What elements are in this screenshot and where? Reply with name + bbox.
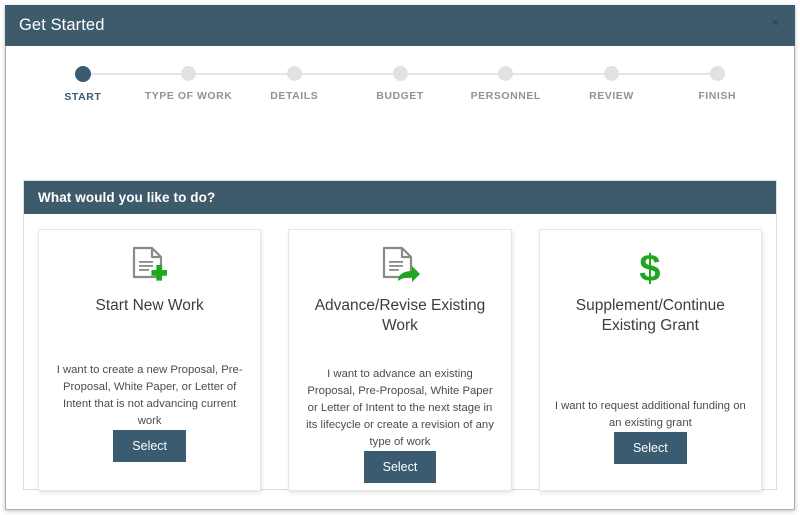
card-advance-revise-existing-work[interactable]: Advance/Revise Existing Work I want to a… xyxy=(288,229,512,491)
stepper-step-review[interactable]: REVIEW xyxy=(505,66,718,102)
panel-header-title: What would you like to do? xyxy=(38,190,216,205)
close-icon[interactable]: × xyxy=(766,14,784,32)
panel-header: What would you like to do? xyxy=(24,181,776,214)
card-description: I want to request additional funding on … xyxy=(554,399,746,429)
choice-panel: What would you like to do? Start New Wor… xyxy=(23,180,777,491)
select-button-supplement-continue-existing-grant[interactable]: Select xyxy=(613,431,687,464)
dollar-sign-icon: $ xyxy=(630,246,670,288)
stepper-dot-budget xyxy=(392,66,408,81)
stepper-dot-start xyxy=(74,65,91,82)
card-supplement-continue-existing-grant[interactable]: $ Supplement/Continue Existing Grant I w… xyxy=(538,229,762,491)
stepper-dot-details xyxy=(286,66,302,81)
stepper-step-type-of-work[interactable]: TYPE OF WORK xyxy=(82,66,295,102)
stepper-step-start[interactable]: START xyxy=(30,65,189,103)
stepper-step-personnel[interactable]: PERSONNEL xyxy=(400,66,612,102)
stepper-step-finish[interactable]: FINISH xyxy=(611,66,770,102)
svg-text:$: $ xyxy=(640,248,661,288)
stepper-dot-review xyxy=(603,66,619,81)
modal-titlebar: Get Started × xyxy=(5,5,795,46)
stepper-label-type-of-work: TYPE OF WORK xyxy=(144,90,233,102)
select-button-start-new-work[interactable]: Select xyxy=(113,430,187,463)
modal-body: START TYPE OF WORK DETAILS BUDGET PERSON… xyxy=(5,46,795,510)
stepper-label-details: DETAILS xyxy=(270,90,319,102)
stepper-label-finish: FINISH xyxy=(698,90,737,102)
card-list: Start New Work I want to create a new Pr… xyxy=(24,214,776,506)
document-arrow-icon xyxy=(380,246,420,288)
card-description: I want to create a new Proposal, Pre-Pro… xyxy=(56,363,243,428)
stepper-label-budget: BUDGET xyxy=(376,90,424,102)
card-description: I want to advance an existing Proposal, … xyxy=(306,367,494,449)
stepper-connector xyxy=(611,73,718,75)
card-title: Start New Work xyxy=(95,297,204,314)
stepper-track: START TYPE OF WORK DETAILS BUDGET PERSON… xyxy=(30,65,770,103)
page-title: Get Started xyxy=(19,16,105,34)
stepper-label-start: START xyxy=(64,90,102,103)
card-title: Supplement/Continue Existing Grant xyxy=(575,297,725,334)
document-plus-icon xyxy=(130,246,170,288)
get-started-modal: Get Started × START TYPE OF WORK DETAILS… xyxy=(5,5,795,510)
select-button-advance-revise-existing-work[interactable]: Select xyxy=(363,451,437,484)
stepper-dot-personnel xyxy=(498,66,514,81)
stepper-dot-finish xyxy=(709,66,725,81)
card-start-new-work[interactable]: Start New Work I want to create a new Pr… xyxy=(38,229,262,491)
card-title: Advance/Revise Existing Work xyxy=(314,297,486,334)
stepper-step-budget[interactable]: BUDGET xyxy=(294,66,506,102)
stepper-label-personnel: PERSONNEL xyxy=(470,90,541,102)
stepper-step-details[interactable]: DETAILS xyxy=(188,66,401,102)
wizard-stepper: START TYPE OF WORK DETAILS BUDGET PERSON… xyxy=(30,46,770,114)
stepper-dot-type-of-work xyxy=(181,66,197,81)
stepper-label-review: REVIEW xyxy=(589,90,634,102)
